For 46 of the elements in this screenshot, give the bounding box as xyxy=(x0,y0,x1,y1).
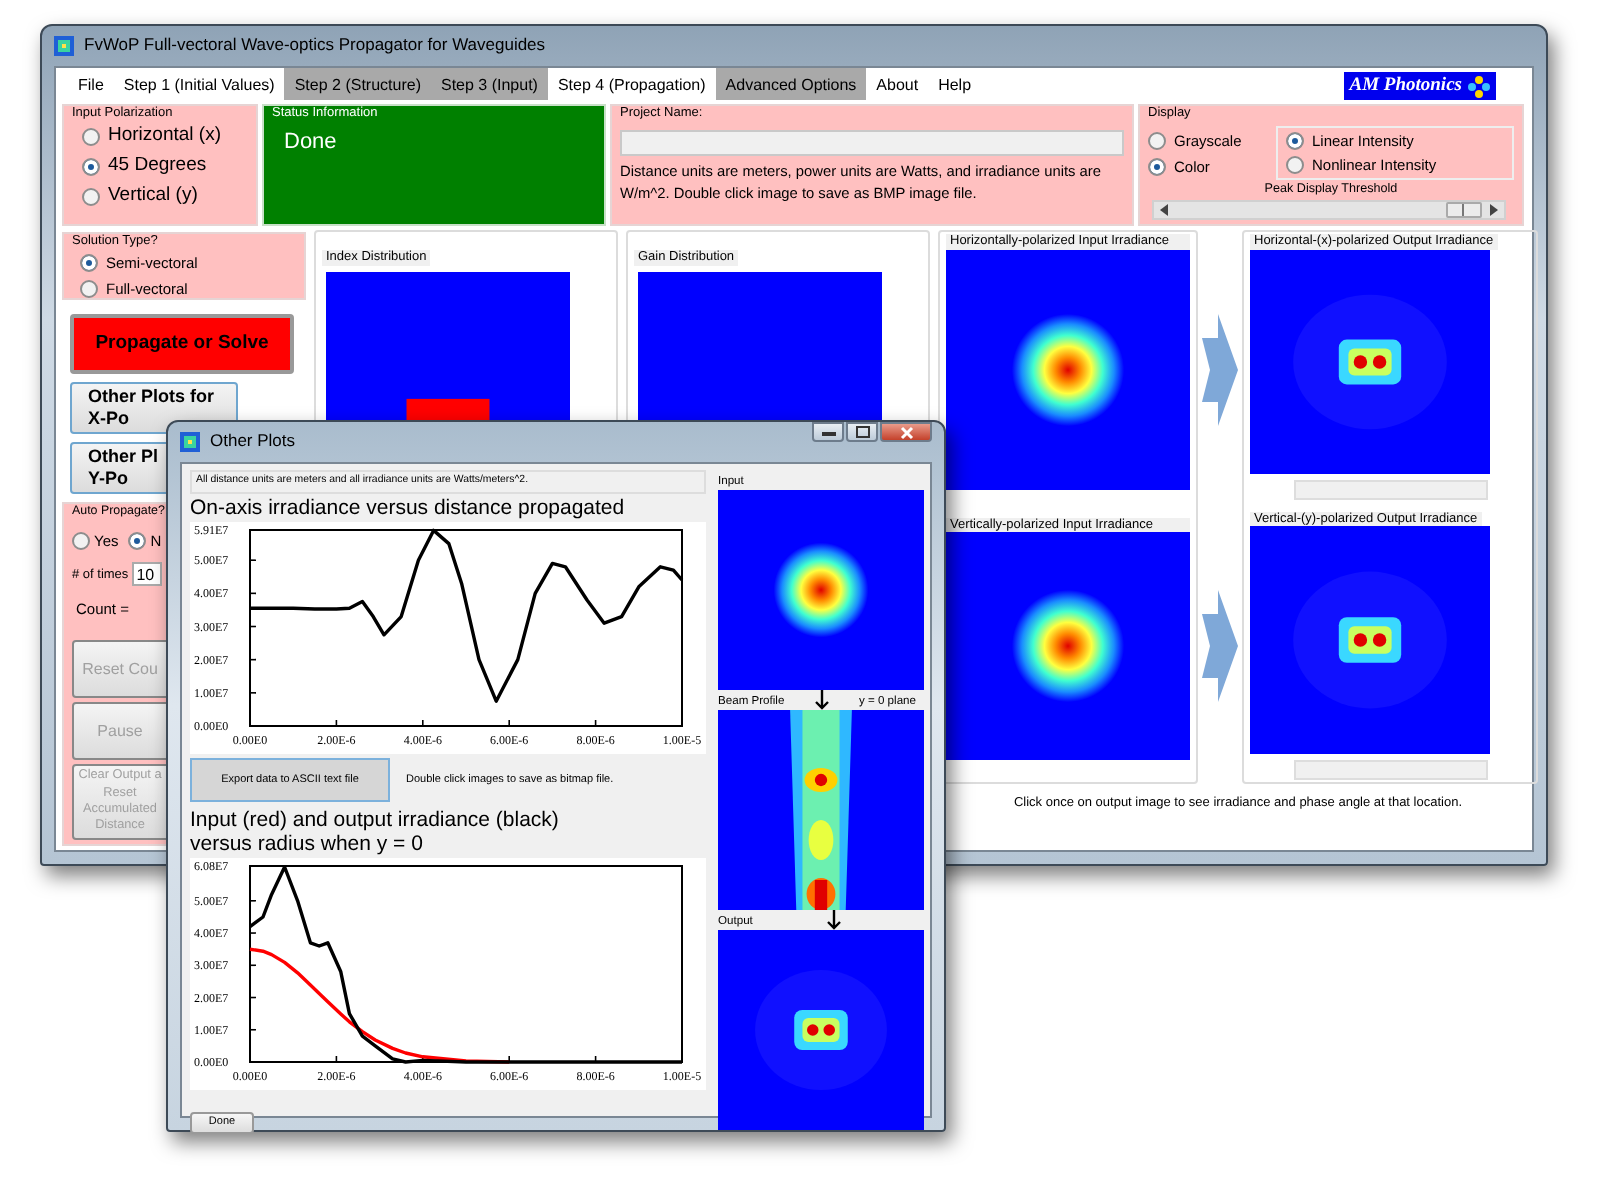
menu-item[interactable]: Advanced Options xyxy=(715,68,867,101)
radio-icon[interactable] xyxy=(72,532,90,551)
threshold-slider[interactable] xyxy=(1152,199,1506,220)
app-icon xyxy=(180,432,200,452)
project-name-field[interactable] xyxy=(620,130,1124,157)
radio-icon[interactable] xyxy=(82,158,100,177)
radio-icon[interactable] xyxy=(1148,158,1166,177)
menu-item[interactable]: Step 4 (Propagation) xyxy=(547,68,716,101)
left-arrow-icon[interactable] xyxy=(1160,203,1170,216)
radio-icon[interactable] xyxy=(80,280,98,299)
maximize-icon xyxy=(855,426,869,438)
chart-title: On-axis irradiance versus distance propagated xyxy=(190,495,627,521)
close-button[interactable] xyxy=(880,422,932,442)
radio-button[interactable]: Vertical (y) xyxy=(82,186,248,209)
logo-text: AM Photonics xyxy=(1349,75,1462,97)
times-field[interactable]: 10 xyxy=(132,562,163,587)
menu-item[interactable]: About xyxy=(866,68,929,101)
status-text: Done xyxy=(284,130,339,157)
dots-icon xyxy=(1468,75,1490,97)
menu-item[interactable]: File xyxy=(68,68,114,101)
radio-icon[interactable] xyxy=(82,128,100,147)
arrow-icon xyxy=(1202,313,1238,426)
slider-thumb[interactable] xyxy=(1446,201,1482,218)
radio-button[interactable]: Horizontal (x) xyxy=(82,126,248,149)
window-title: FvWoP Full-vectoral Wave-optics Propagator for Waveguides xyxy=(84,36,546,56)
propagate-button[interactable]: Propagate or Solve xyxy=(70,314,294,375)
minimize-icon xyxy=(821,429,835,435)
app-icon xyxy=(54,36,74,56)
radio-icon[interactable] xyxy=(1286,132,1304,151)
maximize-button[interactable] xyxy=(846,422,878,442)
arrow-icon xyxy=(1202,590,1238,703)
minimize-button[interactable] xyxy=(812,422,844,442)
arrow-icon xyxy=(813,690,830,710)
arrow-icon xyxy=(826,910,843,930)
radio-icon[interactable] xyxy=(80,254,98,273)
radio-icon[interactable] xyxy=(128,532,147,551)
radio-icon[interactable] xyxy=(82,188,100,207)
radio-icon[interactable] xyxy=(1148,132,1166,151)
menu-item[interactable]: Step 3 (Input) xyxy=(430,68,548,101)
menu-item[interactable]: Step 2 (Structure) xyxy=(284,68,431,101)
menu-item[interactable]: Help xyxy=(928,68,982,101)
close-icon xyxy=(899,425,913,439)
radio-button[interactable]: 45 Degrees xyxy=(82,156,248,179)
menu-item[interactable]: Step 1 (Initial Values) xyxy=(113,68,285,101)
right-arrow-icon[interactable] xyxy=(1488,203,1498,216)
radio-icon[interactable] xyxy=(1286,156,1304,175)
